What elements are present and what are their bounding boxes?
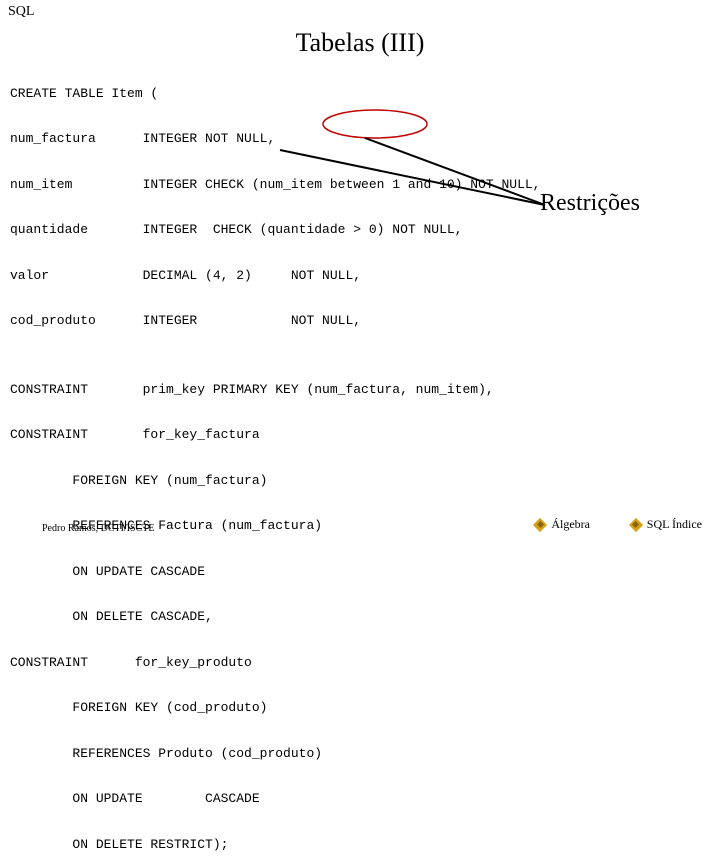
code-line: CONSTRAINT for_key_produto (10, 655, 252, 670)
link-algebra[interactable]: Álgebra (535, 517, 590, 532)
top-label: SQL (8, 4, 34, 20)
diamond-icon (631, 520, 641, 530)
code-line: quantidade INTEGER CHECK (quantidade > 0… (10, 222, 462, 237)
diamond-icon (535, 520, 545, 530)
code-line: ON DELETE RESTRICT); (10, 837, 228, 852)
code-line: cod_produto INTEGER NOT NULL, (10, 313, 361, 328)
code-line: CREATE TABLE Item ( (10, 86, 158, 101)
code-line: num_factura INTEGER NOT NULL, (10, 131, 275, 146)
code-line: valor DECIMAL (4, 2) NOT NULL, (10, 268, 361, 283)
code-line: ON DELETE CASCADE, (10, 609, 213, 624)
code-line: CONSTRAINT prim_key PRIMARY KEY (num_fac… (10, 382, 494, 397)
link-algebra-label: Álgebra (551, 517, 590, 532)
code-line: CONSTRAINT for_key_factura (10, 427, 260, 442)
code-line: num_item INTEGER CHECK (num_item between… (10, 177, 541, 192)
code-line: REFERENCES Produto (cod_produto) (10, 746, 322, 761)
page-title: Tabelas (III) (0, 28, 720, 58)
callout-label: Restrições (540, 190, 640, 217)
code-line: ON UPDATE CASCADE (10, 791, 260, 806)
code-line: FOREIGN KEY (cod_produto) (10, 700, 267, 715)
footer-author: Pedro Ramos, DCTI/ISCTE (42, 523, 155, 534)
code-line: FOREIGN KEY (num_factura) (10, 473, 267, 488)
link-sql-index-label: SQL Índice (647, 517, 702, 532)
sql-code-block: CREATE TABLE Item ( num_factura INTEGER … (10, 60, 541, 856)
code-line: ON UPDATE CASCADE (10, 564, 205, 579)
link-sql-index[interactable]: SQL Índice (631, 517, 702, 532)
